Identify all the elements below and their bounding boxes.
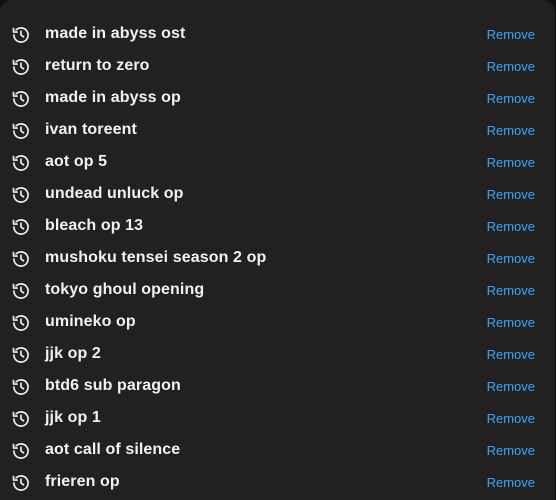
history-item[interactable]: undead unluck op Remove: [0, 178, 555, 210]
history-item[interactable]: jjk op 2 Remove: [0, 338, 555, 370]
history-item-label: undead unluck op: [45, 185, 184, 202]
remove-button[interactable]: Remove: [487, 347, 535, 363]
history-item[interactable]: made in abyss ost Remove: [0, 18, 555, 50]
remove-button[interactable]: Remove: [487, 187, 535, 203]
history-icon: [11, 217, 31, 237]
remove-button[interactable]: Remove: [487, 379, 535, 395]
history-item[interactable]: ivan toreent Remove: [0, 114, 555, 146]
history-icon: [11, 409, 31, 429]
history-item[interactable]: btd6 sub paragon Remove: [0, 370, 555, 402]
history-item-label: bleach op 13: [45, 217, 144, 234]
history-item-label: frieren op: [45, 473, 120, 490]
history-item-label: aot op 5: [45, 153, 108, 170]
remove-button[interactable]: Remove: [487, 251, 535, 267]
history-icon: [11, 89, 31, 109]
history-icon: [11, 441, 31, 461]
history-icon: [11, 249, 31, 269]
history-icon: [11, 185, 31, 205]
search-history-dropdown: made in abyss ost Remove return to zero …: [0, 0, 555, 500]
history-item[interactable]: tokyo ghoul opening Remove: [0, 274, 555, 306]
remove-button[interactable]: Remove: [487, 59, 535, 75]
history-icon: [11, 281, 31, 301]
history-icon: [11, 345, 31, 365]
history-icon: [11, 313, 31, 333]
remove-button[interactable]: Remove: [487, 283, 535, 299]
history-item-label: umineko op: [45, 313, 136, 330]
history-item[interactable]: frieren op Remove: [0, 466, 555, 498]
history-item[interactable]: made in abyss op Remove: [0, 82, 555, 114]
remove-button[interactable]: Remove: [487, 91, 535, 107]
remove-button[interactable]: Remove: [487, 155, 535, 171]
history-item[interactable]: mushoku tensei season 2 op Remove: [0, 242, 555, 274]
remove-button[interactable]: Remove: [487, 443, 535, 459]
history-icon: [11, 377, 31, 397]
history-item[interactable]: aot call of silence Remove: [0, 434, 555, 466]
history-item[interactable]: bleach op 13 Remove: [0, 210, 555, 242]
history-item-label: btd6 sub paragon: [45, 377, 181, 394]
remove-button[interactable]: Remove: [487, 475, 535, 491]
remove-button[interactable]: Remove: [487, 123, 535, 139]
history-item[interactable]: umineko op Remove: [0, 306, 555, 338]
history-item-label: mushoku tensei season 2 op: [45, 249, 267, 266]
remove-button[interactable]: Remove: [487, 315, 535, 331]
search-history-list: made in abyss ost Remove return to zero …: [0, 18, 555, 498]
history-icon: [11, 153, 31, 173]
history-item-label: made in abyss ost: [45, 25, 186, 42]
history-item[interactable]: aot op 5 Remove: [0, 146, 555, 178]
remove-button[interactable]: Remove: [487, 27, 535, 43]
remove-button[interactable]: Remove: [487, 411, 535, 427]
history-icon: [11, 473, 31, 493]
history-item-label: return to zero: [45, 57, 150, 74]
remove-button[interactable]: Remove: [487, 219, 535, 235]
history-icon: [11, 121, 31, 141]
history-item-label: made in abyss op: [45, 89, 181, 106]
history-icon: [11, 25, 31, 45]
history-item-label: ivan toreent: [45, 121, 137, 138]
history-item[interactable]: return to zero Remove: [0, 50, 555, 82]
history-item[interactable]: jjk op 1 Remove: [0, 402, 555, 434]
history-icon: [11, 57, 31, 77]
history-item-label: aot call of silence: [45, 441, 181, 458]
history-item-label: jjk op 2: [45, 345, 101, 362]
history-item-label: tokyo ghoul opening: [45, 281, 205, 298]
history-item-label: jjk op 1: [45, 409, 101, 426]
